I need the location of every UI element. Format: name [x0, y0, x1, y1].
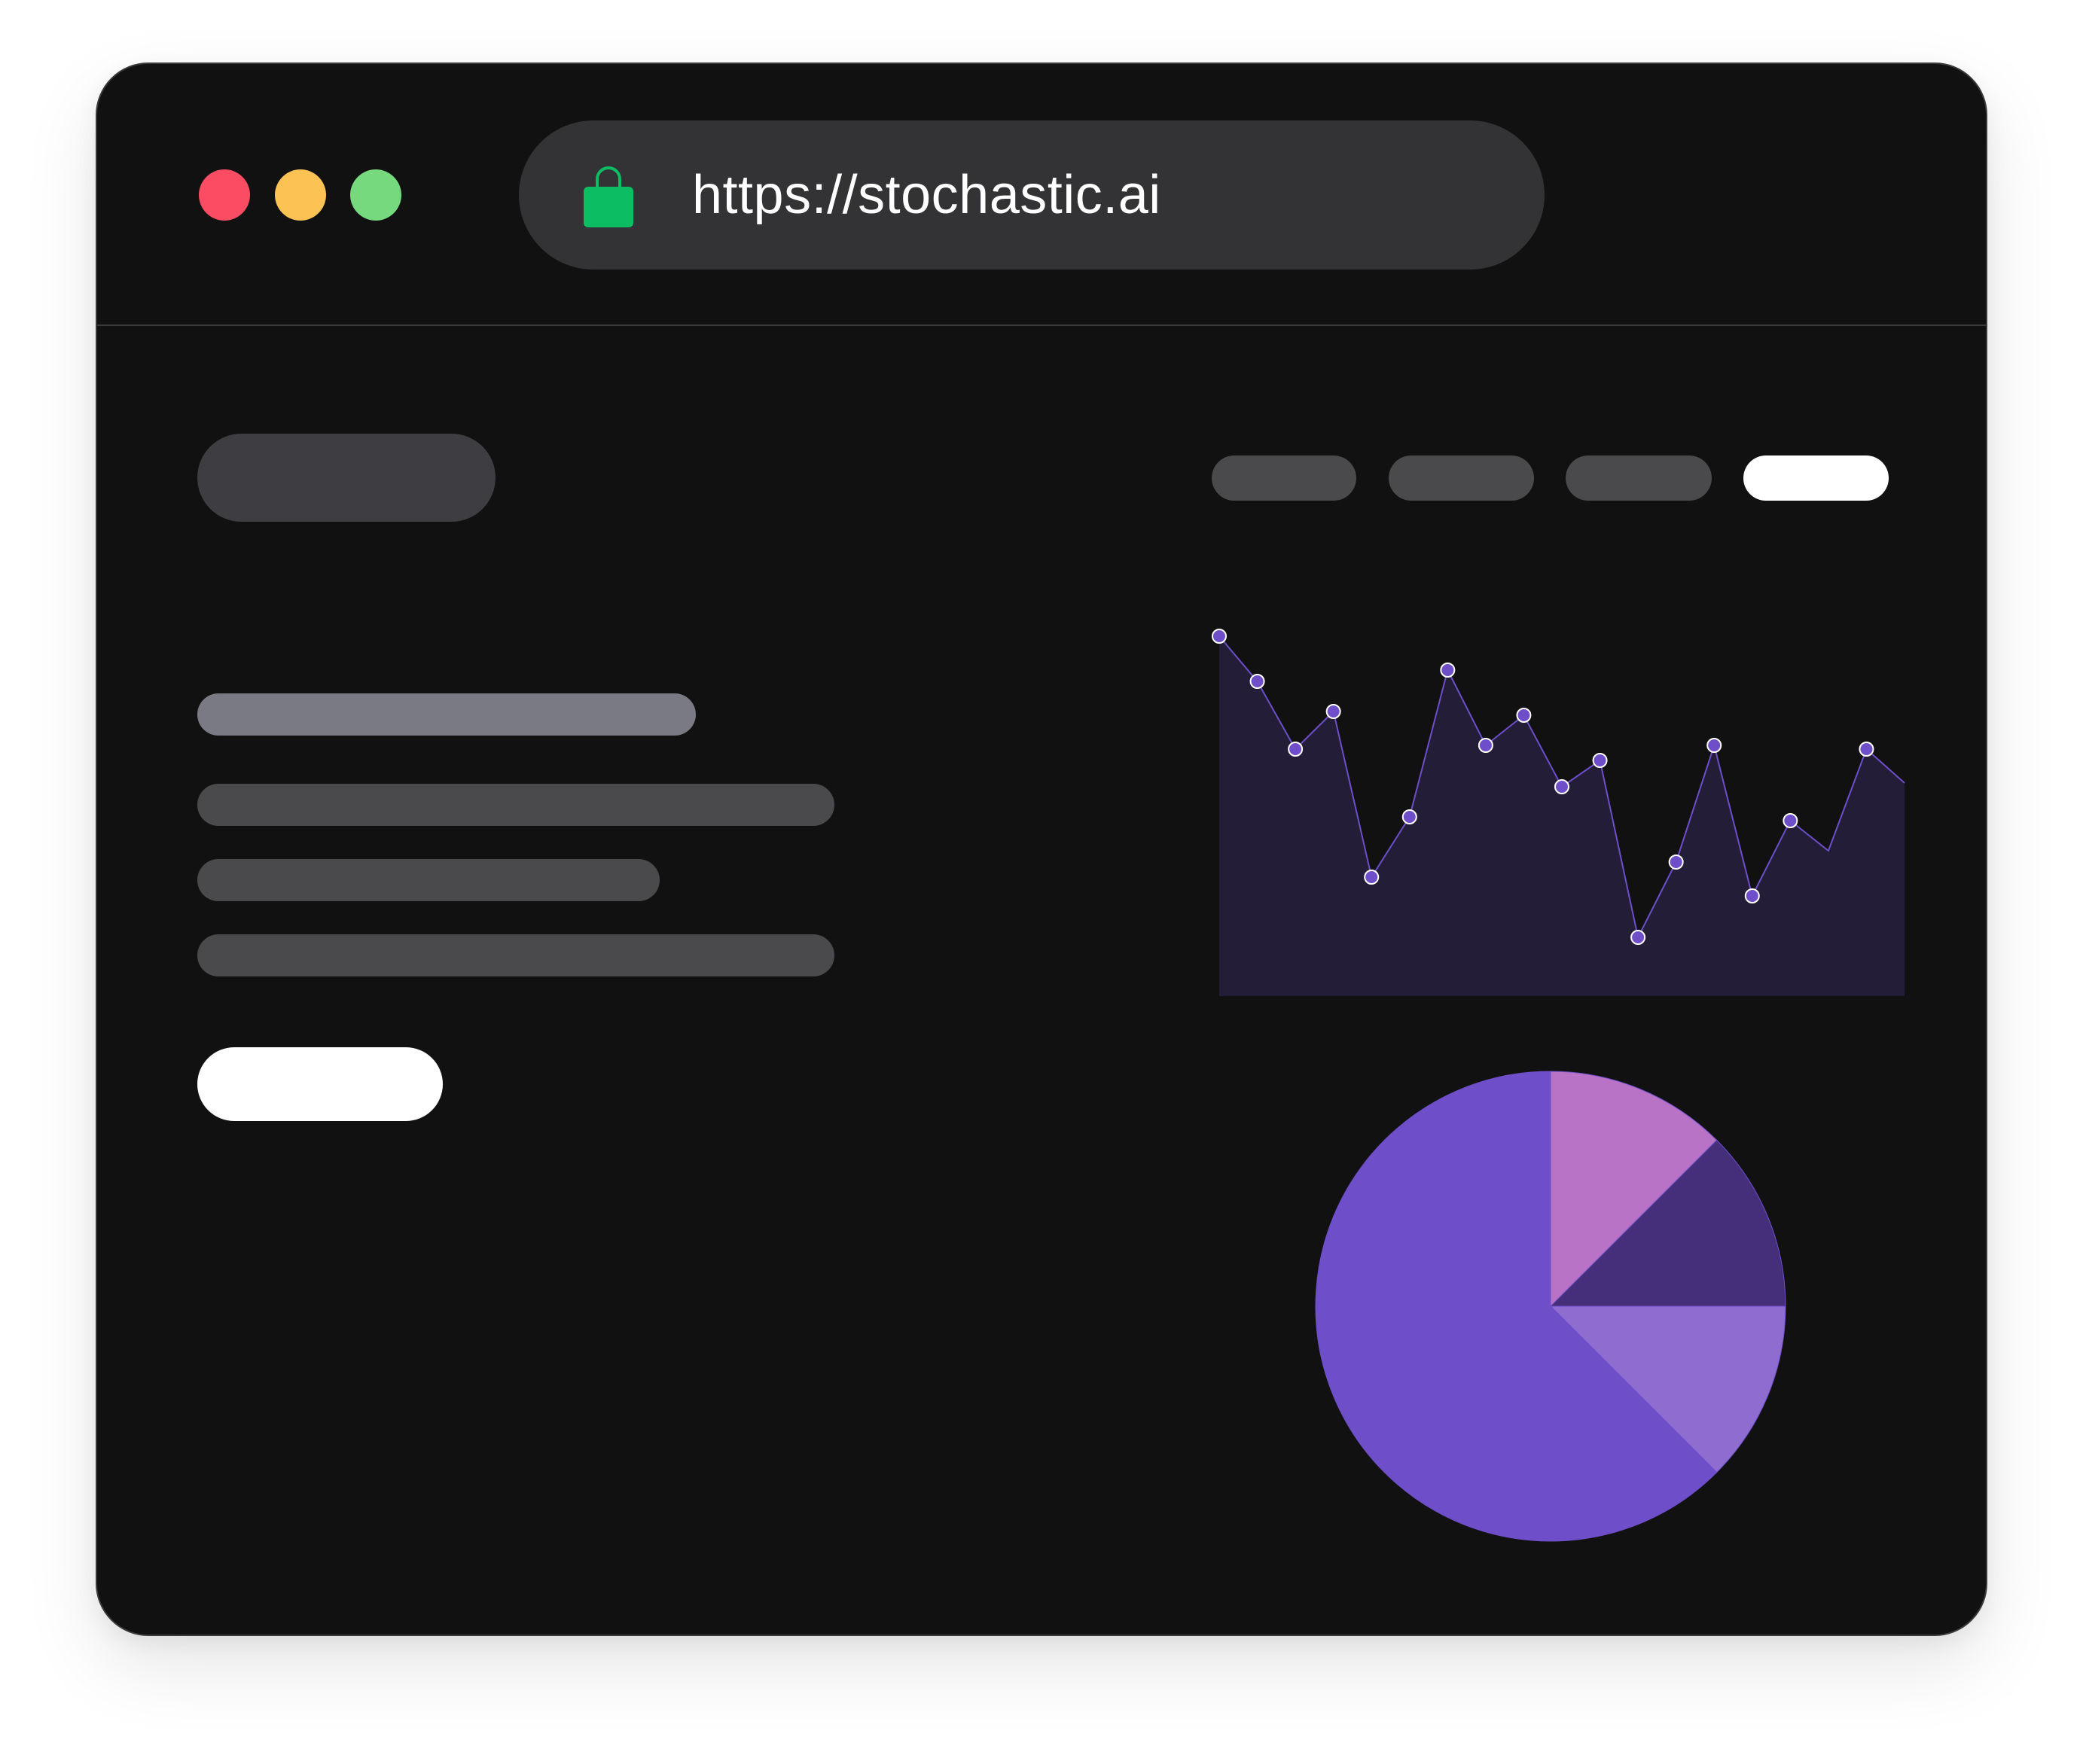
- data-point: [1668, 855, 1684, 870]
- nav-item-placeholder[interactable]: [1212, 455, 1356, 501]
- data-point: [1249, 674, 1265, 689]
- heading-placeholder: [197, 693, 696, 736]
- data-point: [1325, 704, 1341, 719]
- data-point: [1212, 629, 1227, 644]
- maximize-window-button[interactable]: [350, 169, 401, 221]
- close-window-button[interactable]: [199, 169, 250, 221]
- nav-item-active[interactable]: [1743, 455, 1889, 501]
- url-text[interactable]: https://stochastic.ai: [692, 120, 1161, 270]
- address-bar[interactable]: https://stochastic.ai: [519, 120, 1545, 270]
- data-point: [1440, 663, 1456, 678]
- cta-button[interactable]: [197, 1047, 443, 1121]
- data-point: [1783, 813, 1798, 828]
- area-fill: [1219, 636, 1905, 996]
- nav-item-placeholder[interactable]: [1389, 455, 1534, 501]
- text-line-placeholder: [197, 934, 834, 976]
- minimize-window-button[interactable]: [275, 169, 326, 221]
- data-point: [1554, 779, 1569, 794]
- logo-placeholder: [197, 434, 496, 522]
- data-point: [1630, 930, 1646, 945]
- data-point: [1516, 708, 1532, 723]
- data-point: [1592, 753, 1608, 768]
- pie-chart: [1315, 1071, 1786, 1542]
- browser-window: https://stochastic.ai: [96, 62, 1987, 1636]
- data-point: [1401, 809, 1417, 824]
- lock-icon: [584, 166, 633, 227]
- area-chart: [1212, 629, 1905, 996]
- text-line-placeholder: [197, 859, 660, 901]
- nav-item-placeholder[interactable]: [1566, 455, 1712, 501]
- data-point: [1744, 888, 1760, 903]
- title-bar: https://stochastic.ai: [97, 64, 1986, 326]
- data-point: [1859, 742, 1874, 757]
- text-line-placeholder: [197, 784, 834, 826]
- data-point: [1288, 742, 1304, 757]
- data-point: [1478, 738, 1493, 753]
- data-point: [1706, 738, 1722, 753]
- data-point: [1364, 870, 1380, 885]
